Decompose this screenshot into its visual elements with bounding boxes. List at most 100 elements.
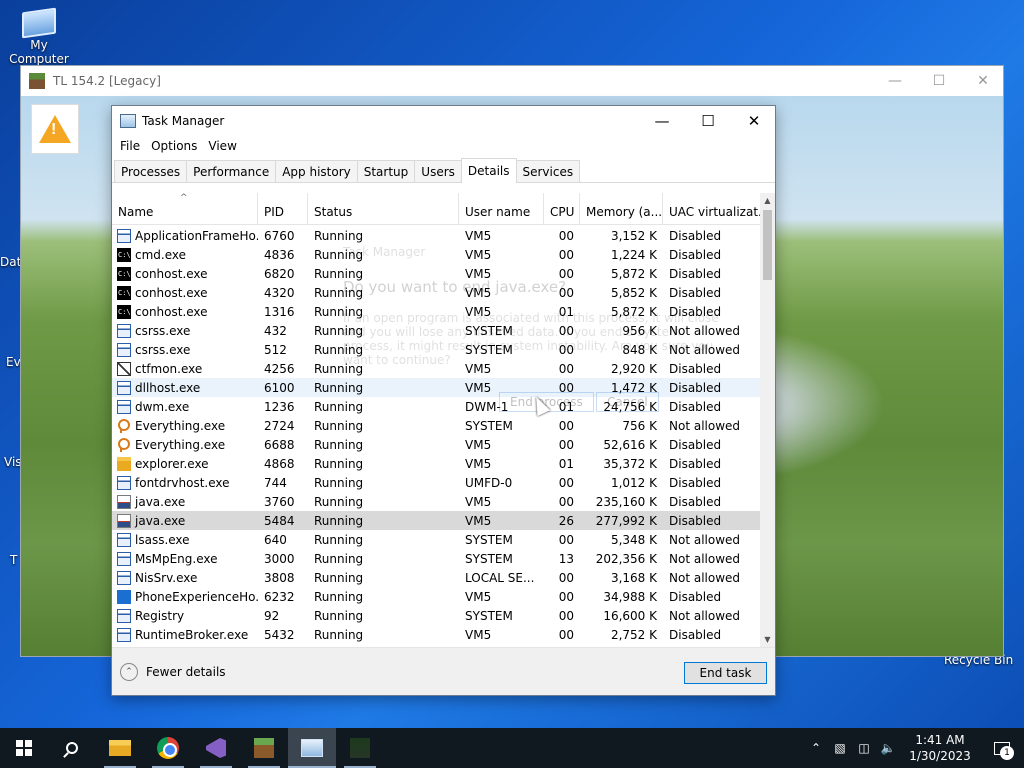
cell-uac: Not allowed (669, 570, 741, 585)
table-row[interactable]: RuntimeBroker.exe 5432 Running VM5 00 2,752 K… (112, 625, 760, 644)
desktop-icon-my-computer[interactable]: My Computer (4, 7, 74, 66)
scroll-thumb[interactable] (763, 210, 772, 280)
menu-view[interactable]: View (204, 139, 243, 153)
column-header-user-name[interactable]: User name (459, 193, 544, 225)
maximize-icon[interactable]: ☐ (685, 106, 731, 135)
search-orange-icon (117, 418, 131, 433)
tab-users[interactable]: Users (414, 160, 462, 182)
cell-pid: 4836 (264, 247, 295, 262)
minimize-icon[interactable]: — (639, 106, 685, 135)
cell-name: C:\ conhost.exe (112, 304, 258, 319)
cell-status: Running (314, 380, 364, 395)
table-row[interactable]: NisSrv.exe 3808 Running LOCAL SE... 00 3,168 … (112, 568, 760, 587)
taskbar-chrome[interactable] (144, 728, 192, 768)
minimize-icon[interactable]: — (873, 66, 917, 96)
table-row[interactable]: PhoneExperienceHo... 6232 Running VM5 00 34,9… (112, 587, 760, 606)
cell-status: Running (314, 399, 364, 414)
chevron-up-icon: ⌃ (120, 663, 138, 681)
table-row[interactable]: Registry 92 Running SYSTEM 00 16,600 K Not all… (112, 606, 760, 625)
taskbar-minecraft[interactable] (336, 728, 384, 768)
column-header-cpu[interactable]: CPU (544, 193, 580, 225)
end-task-button[interactable]: End task (684, 662, 767, 684)
app-icon (117, 380, 131, 395)
process-name: RuntimeBroker.exe (135, 627, 249, 642)
table-row[interactable]: explorer.exe 4868 Running VM5 01 35,372 K Disa… (112, 454, 760, 473)
cell-cpu: 00 (558, 247, 574, 262)
column-header-pid[interactable]: PID (258, 193, 308, 225)
network-icon[interactable]: ◫ (852, 741, 876, 755)
cell-status: Running (314, 551, 364, 566)
column-header-status[interactable]: Status (308, 193, 459, 225)
cell-status: Running (314, 627, 364, 642)
process-name: lsass.exe (135, 532, 190, 547)
cell-user: VM5 (465, 437, 492, 452)
cell-cpu: 13 (558, 551, 574, 566)
tab-strip: Processes Performance App history Startu… (112, 157, 775, 183)
table-row[interactable]: MsMpEng.exe 3000 Running SYSTEM 13 202,356 K N… (112, 549, 760, 568)
fewer-details-link[interactable]: ⌃ Fewer details (120, 663, 226, 681)
search-orange-icon (117, 437, 131, 452)
maximize-icon[interactable]: ☐ (917, 66, 961, 96)
notification-center-button[interactable]: 1 (980, 728, 1024, 768)
tab-services[interactable]: Services (515, 160, 581, 182)
tab-app-history[interactable]: App history (275, 160, 358, 182)
tab-processes[interactable]: Processes (114, 160, 188, 182)
device-icon[interactable]: ▧ (828, 741, 852, 755)
start-button[interactable] (0, 728, 48, 768)
cell-uac: Not allowed (669, 551, 741, 566)
cell-pid: 2724 (264, 418, 295, 433)
cell-pid: 6100 (264, 380, 295, 395)
cell-cpu: 00 (558, 228, 574, 243)
process-name: Everything.exe (135, 437, 226, 452)
column-header-memory[interactable]: Memory (a... (580, 193, 663, 225)
cell-name: csrss.exe (112, 342, 258, 357)
cell-cpu: 26 (558, 513, 574, 528)
cell-name: Registry (112, 608, 258, 623)
table-row[interactable]: dwm.exe 1236 Running DWM-1 01 24,756 K Disable… (112, 397, 760, 416)
cmd-icon: C:\ (117, 285, 131, 300)
tab-startup[interactable]: Startup (356, 160, 416, 182)
volume-icon[interactable]: 🔈 (876, 741, 900, 755)
table-row[interactable]: dllhost.exe 6100 Running VM5 00 1,472 K Disabl… (112, 378, 760, 397)
process-name: java.exe (135, 494, 186, 509)
task-manager-icon (120, 113, 136, 128)
search-button[interactable] (48, 728, 96, 768)
menu-file[interactable]: File (116, 139, 147, 153)
tab-details[interactable]: Details (460, 158, 517, 183)
taskbar-task-manager[interactable] (288, 728, 336, 768)
table-row[interactable]: fontdrvhost.exe 744 Running UMFD-0 00 1,012 K… (112, 473, 760, 492)
cell-pid: 6688 (264, 437, 295, 452)
table-row[interactable]: java.exe 3760 Running VM5 00 235,160 K Disable… (112, 492, 760, 511)
cell-pid: 5432 (264, 627, 295, 642)
launcher-titlebar[interactable]: TL 154.2 [Legacy] (21, 66, 1003, 96)
table-row[interactable]: ApplicationFrameHo... 6760 Running VM5 00 3,1… (112, 226, 760, 245)
cell-uac: Not allowed (669, 418, 741, 433)
process-name: csrss.exe (135, 342, 191, 357)
taskbar-visual-studio[interactable] (192, 728, 240, 768)
table-row[interactable]: lsass.exe 640 Running SYSTEM 00 5,348 K Not al… (112, 530, 760, 549)
cell-status: Running (314, 456, 364, 471)
column-header-uac[interactable]: UAC virtualizat... (663, 193, 760, 225)
close-icon[interactable]: ✕ (961, 66, 1005, 96)
scroll-up-icon[interactable]: ▲ (760, 193, 775, 208)
close-icon[interactable]: ✕ (731, 106, 777, 135)
vertical-scrollbar[interactable]: ▲ ▼ (760, 193, 775, 647)
scroll-down-icon[interactable]: ▼ (760, 632, 775, 647)
table-row[interactable]: Everything.exe 6688 Running VM5 00 52,616 K Di… (112, 435, 760, 454)
taskbar-minecraft-launcher[interactable] (240, 728, 288, 768)
cell-memory: 2,920 K (610, 361, 657, 376)
table-row[interactable]: C:\ cmd.exe 4836 Running VM5 00 1,224 K Disable… (112, 245, 760, 264)
app-icon (117, 627, 131, 642)
warning-panel[interactable]: ! (31, 104, 79, 154)
table-row[interactable]: Everything.exe 2724 Running SYSTEM 00 756 K No… (112, 416, 760, 435)
table-row[interactable]: java.exe 5484 Running VM5 26 277,992 K Disable… (112, 511, 760, 530)
tab-performance[interactable]: Performance (186, 160, 277, 182)
taskbar-file-explorer[interactable] (96, 728, 144, 768)
menu-options[interactable]: Options (147, 139, 204, 153)
cell-user: VM5 (465, 247, 492, 262)
app-icon (117, 228, 131, 243)
launcher-title: TL 154.2 [Legacy] (53, 74, 161, 88)
cell-memory: 5,348 K (610, 532, 657, 547)
chevron-up-icon[interactable]: ⌃ (804, 741, 828, 755)
clock[interactable]: 1:41 AM 1/30/2023 (900, 732, 980, 764)
